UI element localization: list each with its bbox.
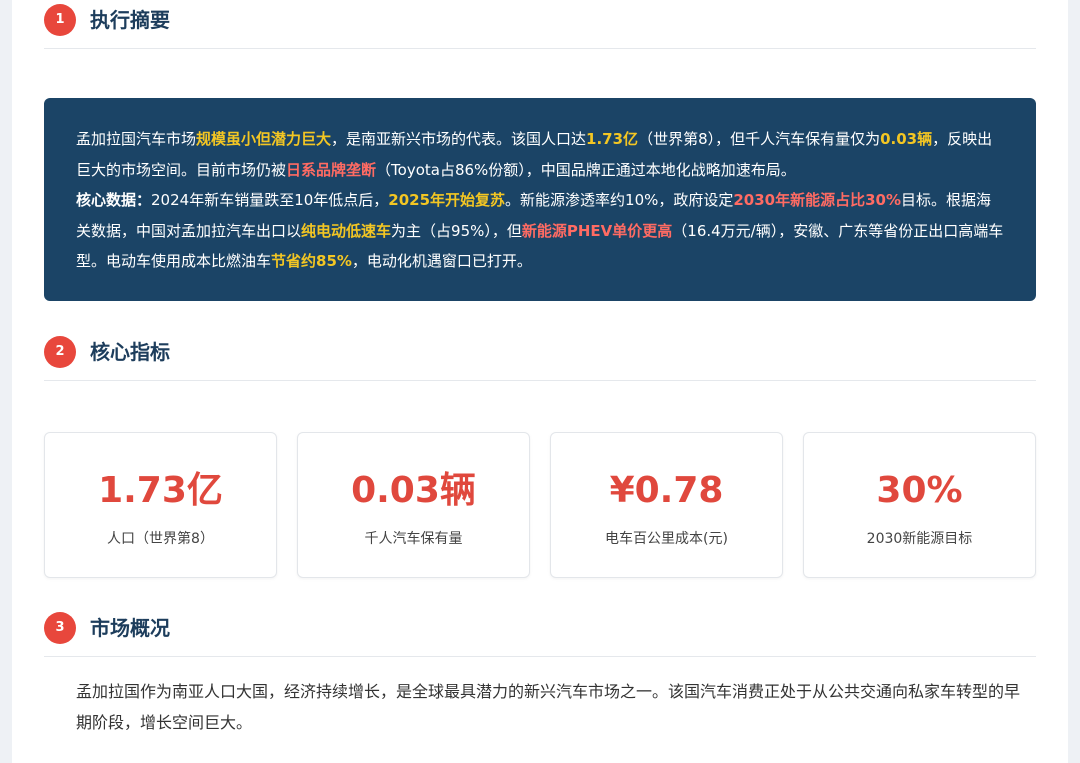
summary-paragraph-2: 核心数据：2024年新车销量跌至10年低点后，2025年开始复苏。新能源渗透率约…	[76, 185, 1004, 277]
summary-highlight: 0.03辆	[880, 130, 933, 148]
summary-text: ，电动化机遇窗口已打开。	[351, 252, 532, 270]
metric-cards: 1.73亿 人口（世界第8） 0.03辆 千人汽车保有量 ¥0.78 电车百公里…	[44, 432, 1036, 578]
summary-text: 。新能源渗透率约10%，政府设定	[505, 191, 734, 209]
metric-card-population: 1.73亿 人口（世界第8）	[44, 432, 277, 578]
section-title: 核心指标	[90, 340, 170, 364]
metric-card-car-ownership: 0.03辆 千人汽车保有量	[297, 432, 530, 578]
section-number-badge: 3	[44, 612, 76, 644]
summary-text: 孟加拉国汽车市场	[76, 130, 197, 148]
market-overview-text: 孟加拉国作为南亚人口大国，经济持续增长，是全球最具潜力的新兴汽车市场之一。该国汽…	[76, 682, 1021, 732]
summary-text: 2024年新车销量跌至10年低点后，	[151, 191, 389, 209]
summary-text: ，是南亚新兴市场的代表。该国人口达	[331, 130, 587, 148]
section-number-badge: 1	[44, 4, 76, 36]
summary-paragraph-1: 孟加拉国汽车市场规模虽小但潜力巨大，是南亚新兴市场的代表。该国人口达1.73亿（…	[76, 124, 1004, 185]
summary-highlight: 节省约85%	[271, 252, 352, 270]
summary-highlight: 1.73亿	[586, 130, 639, 148]
summary-box: 孟加拉国汽车市场规模虽小但潜力巨大，是南亚新兴市场的代表。该国人口达1.73亿（…	[44, 98, 1036, 301]
metric-card-ev-cost: ¥0.78 电车百公里成本(元)	[550, 432, 783, 578]
metric-value: 30%	[876, 470, 963, 511]
summary-highlight: 2030年新能源占比30%	[733, 191, 902, 209]
section-title: 执行摘要	[90, 8, 170, 32]
metric-value: 0.03辆	[351, 470, 476, 511]
summary-highlight: 日系品牌垄断	[286, 160, 377, 179]
section-header-key-metrics: 2 核心指标	[44, 334, 1036, 381]
summary-highlight: 2025年开始复苏	[388, 191, 506, 209]
summary-lead: 核心数据：	[76, 191, 152, 209]
metric-value: 1.73亿	[98, 470, 223, 511]
metric-card-nev-target: 30% 2030新能源目标	[803, 432, 1036, 578]
summary-highlight: 规模虽小但潜力巨大	[196, 130, 332, 148]
section-title: 市场概况	[90, 616, 170, 640]
summary-text: 为主（占95%），但	[391, 221, 522, 240]
metric-label: 人口（世界第8）	[107, 531, 214, 547]
summary-text: （Toyota占86%份额），中国品牌正通过本地化战略加速布局。	[376, 160, 796, 179]
report-page: 1 执行摘要 孟加拉国汽车市场规模虽小但潜力巨大，是南亚新兴市场的代表。该国人口…	[12, 0, 1068, 763]
section-header-market-overview: 3 市场概况	[44, 610, 1036, 657]
summary-highlight: 新能源PHEV单价更高	[521, 221, 673, 240]
summary-highlight: 纯电动低速车	[301, 221, 392, 240]
section-header-executive-summary: 1 执行摘要	[44, 2, 1036, 49]
summary-text: （世界第8），但千人汽车保有量仅为	[638, 130, 881, 148]
metric-label: 千人汽车保有量	[364, 531, 463, 547]
metric-label: 2030新能源目标	[866, 531, 973, 547]
section-number-badge: 2	[44, 336, 76, 368]
metric-label: 电车百公里成本(元)	[605, 531, 728, 547]
metric-value: ¥0.78	[609, 470, 724, 511]
